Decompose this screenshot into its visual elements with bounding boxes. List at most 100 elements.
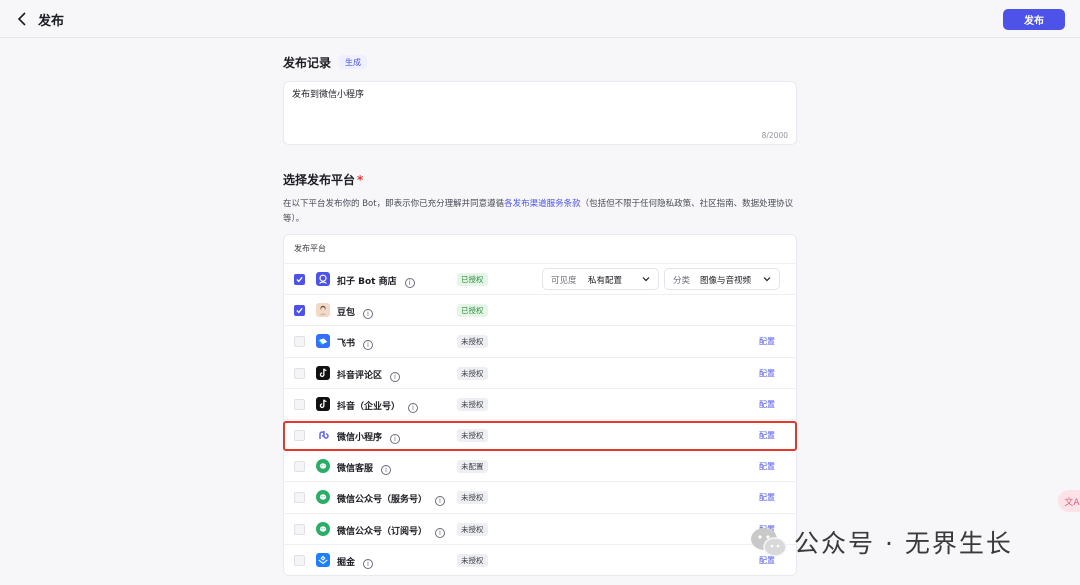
platform-row: 抖音评论区 i 未授权 配置 (284, 356, 796, 388)
platform-checkbox[interactable] (294, 523, 305, 535)
platform-row: 微信公众号（服务号） i 未授权 配置 (284, 481, 796, 512)
platform-section-title: 选择发布平台 * (283, 171, 363, 188)
info-icon[interactable]: i (435, 496, 446, 507)
status-badge: 未授权 (457, 429, 488, 442)
platform-name: 微信公众号（服务号） i (337, 492, 446, 507)
info-icon[interactable]: i (381, 465, 392, 476)
required-mark: * (357, 173, 364, 187)
platform-name-text: 掘金 (337, 557, 356, 568)
platform-name: 豆包 i (337, 305, 374, 320)
watermark: 公众号 · 无界生长 (748, 524, 1013, 560)
status-badge: 未授权 (457, 553, 488, 567)
terms-link[interactable]: 各发布渠道服务条款 (504, 199, 581, 209)
coze-bot-icon (316, 272, 330, 286)
platform-name: 微信小程序 i (337, 430, 401, 444)
visibility-select[interactable]: 可见度 私有配置 (542, 268, 659, 290)
category-value: 图像与音视频 (700, 276, 752, 286)
status-badge: 未授权 (457, 522, 488, 536)
status-badge: 已授权 (457, 304, 488, 318)
platform-checkbox[interactable] (294, 398, 305, 410)
info-icon[interactable]: i (363, 309, 374, 320)
platform-name-text: 豆包 (337, 308, 356, 319)
info-icon[interactable]: i (390, 434, 401, 444)
back-chevron-icon[interactable] (14, 9, 32, 29)
doubao-avatar-icon (316, 303, 330, 318)
category-label: 分类 (673, 276, 691, 286)
status-badge: 未授权 (457, 397, 488, 411)
status-badge: 未授权 (457, 491, 488, 505)
platform-row: 微信小程序 i 未授权 配置 (284, 419, 796, 450)
platform-row: 微信公众号（订阅号）i未授权配置 (284, 512, 796, 544)
platform-row: 掘金 i 未授权 配置 (284, 543, 796, 575)
platform-name-text: 抖音（企业号） (337, 401, 401, 412)
status-badge: 未授权 (457, 335, 488, 349)
record-text: 发布到微信小程序 (292, 90, 365, 100)
info-icon[interactable]: i (390, 371, 401, 382)
platform-checkbox[interactable] (294, 367, 305, 379)
info-icon[interactable]: i (408, 402, 419, 413)
visibility-value: 私有配置 (588, 276, 623, 286)
translate-float-button[interactable]: 文A (1058, 490, 1080, 512)
visibility-label: 可见度 (551, 276, 577, 286)
platform-name-text: 微信公众号（订阅号） (337, 526, 428, 537)
wechat-icon (316, 490, 330, 505)
platform-name-text: 微信客服 (337, 464, 374, 475)
platform-section-title-text: 选择发布平台 (283, 173, 356, 187)
platform-name-text: 抖音评论区 (337, 370, 383, 381)
status-badge: 未授权 (457, 366, 488, 380)
platform-name: 抖音评论区 i (337, 368, 401, 382)
platform-row: 微信客服 i 未配置 配置 (284, 450, 796, 481)
info-icon[interactable]: i (404, 278, 415, 288)
platform-checkbox[interactable] (294, 461, 305, 473)
platform-name: 掘金 i (337, 555, 374, 569)
generate-button[interactable]: 生成 (339, 55, 367, 69)
platform-name: 飞书 i (337, 336, 374, 351)
douyin-icon (316, 365, 330, 380)
platform-name-text: 微信小程序 (337, 433, 383, 443)
char-counter: 8/2000 (761, 131, 788, 140)
page-title: 发布 (38, 14, 65, 29)
status-badge: 已授权 (457, 273, 488, 286)
wechat-icon (316, 459, 330, 474)
publish-button[interactable]: 发布 (1003, 9, 1065, 30)
platform-row: 抖音（企业号） i 未授权 配置 (284, 387, 796, 419)
platform-name: 微信客服 i (337, 461, 392, 476)
info-icon[interactable]: i (363, 340, 374, 351)
platform-name: 微信公众号（订阅号） i (337, 524, 446, 538)
record-textarea[interactable]: 发布到微信小程序 8/2000 (283, 81, 797, 145)
config-link[interactable]: 配置 (759, 492, 775, 503)
juejin-icon (316, 552, 330, 567)
platform-name-text: 微信公众号（服务号） (337, 495, 428, 506)
top-bar: 发布 发布 (0, 0, 1080, 38)
platform-row: 扣子 Bot 商店 i 已授权 可见度 私有配置 分类 图像与音视频 (284, 263, 796, 294)
platform-checkbox[interactable] (294, 274, 305, 285)
platform-checkbox[interactable] (294, 305, 305, 317)
info-icon[interactable]: i (435, 527, 446, 538)
platform-description: 在以下平台发布你的 Bot，即表示你已充分理解并同意遵循各发布渠道服务条款（包括… (283, 197, 797, 227)
config-link[interactable]: 配置 (759, 368, 775, 379)
wechat-icon (316, 521, 330, 536)
config-link[interactable]: 配置 (759, 336, 775, 347)
feishu-icon (316, 334, 330, 349)
platform-checkbox[interactable] (294, 430, 305, 441)
platform-row: 飞书 i 未授权 配置 (284, 325, 796, 356)
platform-name: 抖音（企业号） i (337, 399, 419, 413)
wechat-miniprogram-icon (316, 428, 330, 442)
record-section-title: 发布记录 (283, 56, 332, 70)
config-link[interactable]: 配置 (759, 399, 775, 410)
platform-table-header: 发布平台 (294, 244, 326, 253)
platform-checkbox[interactable] (294, 554, 305, 566)
douyin-icon (316, 396, 330, 411)
wechat-logo-icon (748, 525, 788, 559)
category-select[interactable]: 分类 图像与音视频 (664, 268, 780, 290)
info-icon[interactable]: i (363, 558, 374, 569)
config-link[interactable]: 配置 (759, 430, 775, 441)
config-link[interactable]: 配置 (759, 461, 775, 472)
platform-checkbox[interactable] (294, 492, 305, 504)
status-badge: 未配置 (457, 460, 488, 474)
platform-name-text: 飞书 (337, 339, 356, 350)
desc-text-before: 在以下平台发布你的 Bot，即表示你已充分理解并同意遵循 (283, 199, 505, 209)
watermark-text: 公众号 · 无界生长 (794, 529, 1013, 558)
platform-checkbox[interactable] (294, 336, 305, 348)
platform-name-text: 扣子 Bot 商店 (337, 277, 397, 287)
